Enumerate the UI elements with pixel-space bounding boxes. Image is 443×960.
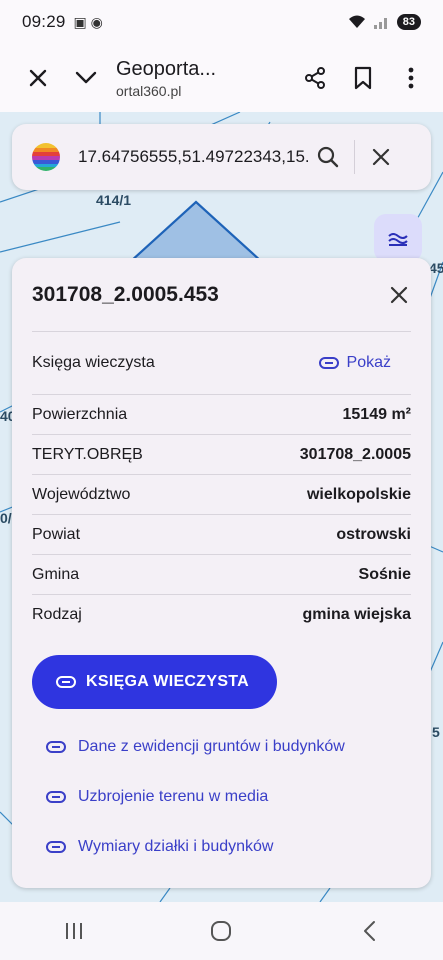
- link-label: Dane z ewidencji gruntów i budynków: [78, 738, 345, 755]
- bookmark-icon: [354, 66, 372, 90]
- parcel-label: 0/: [0, 510, 12, 526]
- parcel-label: 414/1: [96, 192, 132, 208]
- share-icon: [305, 67, 325, 89]
- attribute-value: Sośnie: [358, 565, 411, 583]
- link-label: Wymiary działki i budynków: [78, 838, 274, 855]
- land-register-row: Księga wieczysta Pokaż: [32, 332, 411, 395]
- land-register-button[interactable]: KSIĘGA WIECZYSTA: [32, 655, 278, 709]
- attribute-value: gmina wiejska: [302, 606, 412, 623]
- attribute-value: 301708_2.0005: [299, 445, 411, 463]
- attribute-row: Województwo wielkopolskie: [32, 475, 411, 515]
- attribute-label: Rodzaj: [32, 606, 82, 623]
- attribute-row: Powiat ostrowski: [32, 515, 411, 555]
- link-icon: [46, 841, 66, 853]
- close-tab-button[interactable]: [14, 54, 62, 102]
- show-link-label: Pokaż: [346, 354, 391, 371]
- more-vert-icon: [408, 67, 414, 89]
- wifi-icon: [348, 15, 365, 28]
- more-options-button[interactable]: [387, 54, 435, 102]
- bookmark-button[interactable]: [339, 54, 387, 102]
- chevron-down-icon: [75, 71, 97, 84]
- geoportal-logo-icon: [32, 143, 60, 171]
- home-icon: [211, 921, 232, 941]
- close-card-button[interactable]: [381, 277, 417, 313]
- attribute-label: Gmina: [32, 565, 80, 583]
- recent-apps-button[interactable]: [44, 911, 104, 951]
- notification-icons: ▣ ◉: [73, 13, 103, 30]
- layers-button[interactable]: [374, 214, 422, 262]
- attribute-label: TERYT.OBRĘB: [32, 445, 143, 463]
- show-land-register-link[interactable]: Pokaż: [318, 354, 391, 372]
- page-title: Geoporta...: [116, 57, 217, 80]
- search-icon: [317, 146, 339, 168]
- link-icon: [56, 676, 76, 688]
- parcel-info-card: 301708_2.0005.453 Księga wieczysta Pokaż…: [12, 258, 431, 888]
- attribute-value: 15149 m²: [342, 405, 412, 423]
- link-utilities[interactable]: Uzbrojenie terenu w media: [32, 772, 411, 822]
- back-icon: [364, 921, 376, 941]
- attribute-row: Gmina Sośnie: [32, 555, 411, 595]
- land-register-button-label: KSIĘGA WIECZYSTA: [86, 673, 250, 690]
- home-button[interactable]: [191, 911, 251, 951]
- share-button[interactable]: [291, 54, 339, 102]
- link-dimensions[interactable]: Wymiary działki i budynków: [32, 822, 411, 872]
- card-header: 301708_2.0005.453: [32, 258, 411, 332]
- attribute-label: Powierzchnia: [32, 405, 128, 423]
- close-icon: [29, 69, 47, 87]
- collapse-button[interactable]: [62, 54, 110, 102]
- layers-icon: [388, 233, 408, 246]
- status-right: 83: [347, 14, 421, 30]
- battery-badge: 83: [396, 14, 421, 30]
- close-icon: [372, 148, 390, 166]
- attribute-row: Rodzaj gmina wiejska: [32, 595, 411, 635]
- search-input[interactable]: 17.64756555,51.49722343,15.9: [78, 147, 308, 167]
- clear-search-button[interactable]: [361, 137, 401, 177]
- links-list: Dane z ewidencji gruntów i budynków Uzbr…: [32, 722, 411, 872]
- parcel-label: 45: [429, 260, 443, 276]
- status-time: 09:29: [22, 12, 66, 31]
- attribute-label: Powiat: [32, 525, 81, 543]
- link-icon: [46, 741, 66, 753]
- link-icon: [318, 357, 339, 369]
- land-register-label: Księga wieczysta: [32, 354, 155, 371]
- geoportal-logo: [32, 143, 60, 171]
- page-url: ortal360.pl: [116, 82, 182, 99]
- system-nav-bar: [0, 902, 443, 960]
- recent-apps-icon: [65, 923, 82, 939]
- attribute-row: TERYT.OBRĘB 301708_2.0005: [32, 435, 411, 475]
- link-label: Uzbrojenie terenu w media: [78, 788, 269, 805]
- back-button[interactable]: [339, 911, 399, 951]
- search-bar: 17.64756555,51.49722343,15.9: [12, 124, 431, 190]
- close-icon: [390, 286, 408, 303]
- search-divider: [354, 140, 355, 174]
- link-land-records[interactable]: Dane z ewidencji gruntów i budynków: [32, 722, 411, 772]
- attribute-value: ostrowski: [336, 525, 411, 543]
- parcel-label: 5: [432, 724, 440, 740]
- parcel-id-title: 301708_2.0005.453: [32, 282, 219, 306]
- attribute-row: Powierzchnia 15149 m²: [32, 395, 411, 435]
- link-icon: [46, 791, 66, 803]
- attribute-value: wielkopolskie: [306, 485, 411, 503]
- browser-toolbar: Geoporta... ortal360.pl: [0, 44, 443, 112]
- status-bar: 09:29 ▣ ◉ 83: [0, 0, 443, 44]
- search-button[interactable]: [308, 137, 348, 177]
- attribute-label: Województwo: [32, 485, 131, 503]
- signal-icon: [373, 18, 387, 29]
- page-title-block[interactable]: Geoporta... ortal360.pl: [110, 58, 291, 99]
